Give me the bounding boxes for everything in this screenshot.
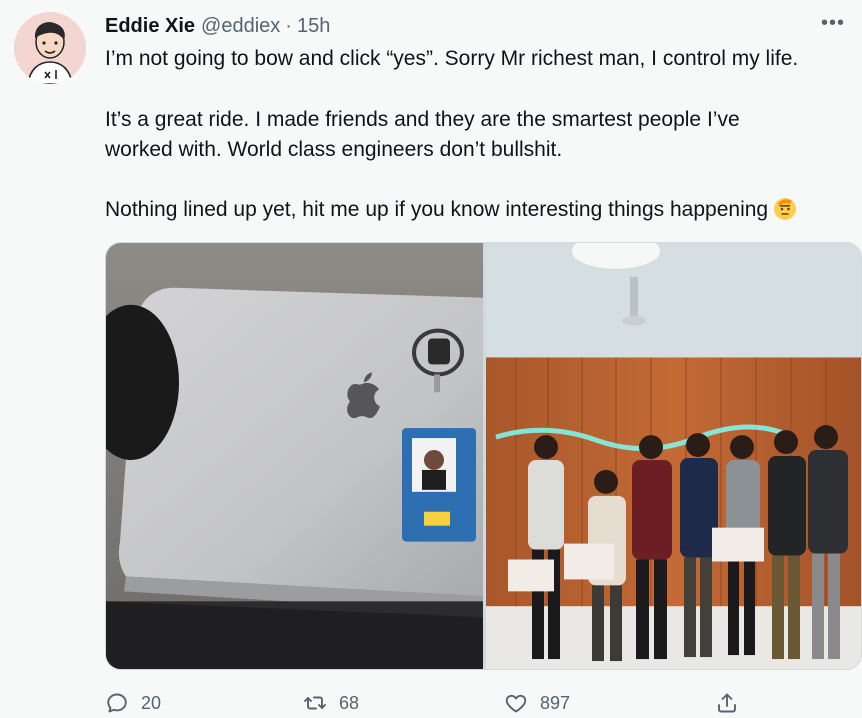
tweet-text-line: It’s a great ride. I made friends and th… — [105, 108, 740, 131]
tweet-text-paragraph-2: It’s a great ride. I made friends and th… — [105, 105, 861, 165]
photo-group[interactable] — [486, 243, 861, 669]
more-button[interactable]: ••• — [818, 12, 848, 36]
reply-count: 20 — [141, 692, 162, 713]
more-horizontal-icon: ••• — [820, 12, 845, 34]
tweet-actions: 20 68 897 — [105, 690, 862, 718]
retweet-button[interactable]: 68 — [303, 690, 359, 716]
laptop-photo-illustration — [106, 243, 483, 669]
tweet-timestamp[interactable]: 15h — [297, 15, 330, 38]
author-name[interactable]: Eddie Xie — [105, 15, 195, 38]
tweet-text-paragraph-1: I’m not going to bow and click “yes”. So… — [105, 47, 799, 70]
author-avatar[interactable] — [14, 12, 86, 84]
share-icon — [718, 693, 736, 713]
photo-laptop-badge[interactable] — [106, 243, 483, 669]
retweet-icon — [304, 696, 326, 710]
tweet-header: Eddie Xie @eddiex · 15h — [105, 14, 330, 38]
author-handle[interactable]: @eddiex — [201, 15, 280, 38]
retweet-count: 68 — [339, 692, 360, 713]
header-separator: · — [285, 14, 292, 37]
group-photo-illustration — [486, 243, 861, 669]
reply-button[interactable]: 20 — [105, 690, 161, 716]
like-button[interactable]: 897 — [504, 690, 570, 716]
heart-icon — [505, 694, 527, 713]
share-button[interactable] — [715, 690, 739, 716]
like-count: 897 — [540, 692, 571, 713]
tweet-text-line: worked with. World class engineers don’t… — [105, 138, 563, 161]
reply-icon — [107, 693, 127, 713]
tweet-text-line: Nothing lined up yet, hit me up if you k… — [105, 198, 769, 221]
tweet-media — [105, 242, 862, 670]
avatar-illustration — [14, 12, 86, 84]
saluting-face-emoji — [774, 198, 797, 220]
tweet-text-paragraph-3: Nothing lined up yet, hit me up if you k… — [105, 195, 861, 225]
